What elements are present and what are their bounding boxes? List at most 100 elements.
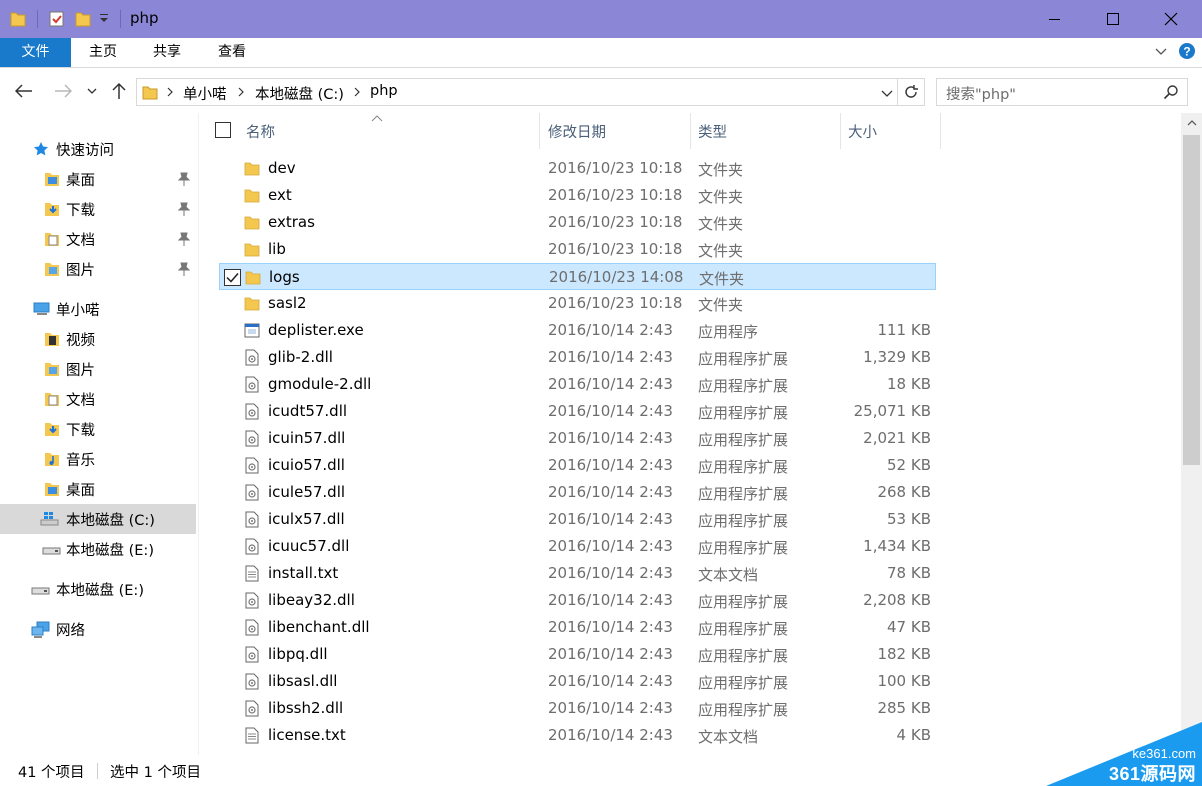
table-row[interactable]: sasl2 2016/10/23 10:18 文件夹 bbox=[219, 290, 936, 317]
sidebar-item-drive-e[interactable]: 本地磁盘 (E:) bbox=[0, 534, 196, 564]
expand-ribbon-icon[interactable] bbox=[1154, 44, 1168, 62]
table-row[interactable]: gmodule-2.dll 2016/10/14 2:43 应用程序扩展 18 KB bbox=[219, 371, 936, 398]
table-row[interactable]: icudt57.dll 2016/10/14 2:43 应用程序扩展 25,071 K… bbox=[219, 398, 936, 425]
refresh-button[interactable] bbox=[898, 78, 925, 106]
dll-file-icon bbox=[244, 376, 260, 393]
table-row[interactable]: libenchant.dll 2016/10/14 2:43 应用程序扩展 47 KB bbox=[219, 614, 936, 641]
table-row[interactable]: libeay32.dll 2016/10/14 2:43 应用程序扩展 2,208 K… bbox=[219, 587, 936, 614]
breadcrumb-php[interactable]: php bbox=[370, 83, 398, 99]
search-input[interactable]: 搜索"php" bbox=[946, 83, 1016, 104]
tab-share[interactable]: 共享 bbox=[140, 38, 194, 67]
sidebar-item-label: 视频 bbox=[66, 333, 95, 349]
table-row[interactable]: icuuc57.dll 2016/10/14 2:43 应用程序扩展 1,434 KB bbox=[219, 533, 936, 560]
file-name: sasl2 bbox=[268, 294, 307, 312]
up-button[interactable] bbox=[107, 79, 131, 103]
sidebar-item-quick-access[interactable]: 快速访问 bbox=[0, 134, 196, 164]
chevron-right-icon[interactable] bbox=[353, 85, 361, 103]
file-type: 应用程序扩展 bbox=[698, 350, 789, 368]
file-date: 2016/10/14 2:43 bbox=[548, 672, 673, 690]
file-size: 100 KB bbox=[877, 672, 931, 690]
table-row[interactable]: libsasl.dll 2016/10/14 2:43 应用程序扩展 100 KB bbox=[219, 668, 936, 695]
select-all-checkbox[interactable] bbox=[215, 122, 231, 138]
dll-file-icon bbox=[244, 700, 260, 717]
column-header-size[interactable]: 大小 bbox=[841, 113, 940, 149]
recent-locations-button[interactable] bbox=[82, 79, 102, 103]
title-separator bbox=[37, 10, 38, 28]
table-row[interactable]: icule57.dll 2016/10/14 2:43 应用程序扩展 268 KB bbox=[219, 479, 936, 506]
column-header-date[interactable]: 修改日期 bbox=[540, 113, 690, 149]
search-box[interactable]: 搜索"php" bbox=[936, 78, 1188, 106]
sidebar-item-music[interactable]: 音乐 bbox=[0, 444, 196, 474]
column-header-name[interactable]: 名称 bbox=[239, 113, 539, 149]
file-name: libpq.dll bbox=[268, 645, 328, 663]
star-icon bbox=[33, 141, 49, 157]
table-row[interactable]: deplister.exe 2016/10/14 2:43 应用程序 111 KB bbox=[219, 317, 936, 344]
folder-file-icon bbox=[245, 269, 261, 286]
table-row[interactable]: libpq.dll 2016/10/14 2:43 应用程序扩展 182 KB bbox=[219, 641, 936, 668]
column-header-type[interactable]: 类型 bbox=[691, 113, 841, 149]
sidebar-item-pictures[interactable]: 图片 bbox=[0, 254, 196, 284]
sidebar-item-documents[interactable]: 文档 bbox=[0, 224, 196, 254]
sidebar-item-drive-e-root[interactable]: 本地磁盘 (E:) bbox=[0, 574, 196, 604]
minimize-button[interactable] bbox=[1026, 0, 1084, 38]
pin-icon[interactable] bbox=[177, 202, 191, 220]
back-button[interactable] bbox=[12, 79, 36, 103]
sidebar-item-pictures-pc[interactable]: 图片 bbox=[0, 354, 196, 384]
scroll-thumb[interactable] bbox=[1183, 135, 1200, 465]
chevron-right-icon[interactable] bbox=[166, 85, 174, 103]
tab-file[interactable]: 文件 bbox=[0, 38, 71, 67]
pin-icon[interactable] bbox=[177, 172, 191, 190]
sidebar-item-drive-c[interactable]: 本地磁盘 (C:) bbox=[0, 504, 196, 534]
sidebar-item-documents-pc[interactable]: 文档 bbox=[0, 384, 196, 414]
sidebar-item-downloads-pc[interactable]: 下载 bbox=[0, 414, 196, 444]
pin-icon[interactable] bbox=[177, 232, 191, 250]
column-header-label: 大小 bbox=[848, 125, 877, 141]
help-icon[interactable]: ? bbox=[1178, 42, 1196, 64]
scroll-up-button[interactable] bbox=[1181, 113, 1202, 133]
address-bar[interactable]: 单小喏 本地磁盘 (C:) php bbox=[136, 78, 898, 106]
table-row[interactable]: license.txt 2016/10/14 2:43 文本文档 4 KB bbox=[219, 722, 936, 749]
table-row[interactable]: logs 2016/10/23 14:08 文件夹 bbox=[219, 263, 936, 290]
desktop-folder-icon bbox=[44, 171, 60, 187]
table-row[interactable]: extras 2016/10/23 10:18 文件夹 bbox=[219, 209, 936, 236]
file-size: 2,208 KB bbox=[863, 591, 931, 609]
vertical-scrollbar[interactable] bbox=[1181, 113, 1202, 755]
chevron-right-icon[interactable] bbox=[237, 85, 245, 103]
table-row[interactable]: icuin57.dll 2016/10/14 2:43 应用程序扩展 2,021 KB bbox=[219, 425, 936, 452]
tab-home[interactable]: 主页 bbox=[76, 38, 130, 67]
table-row[interactable]: ext 2016/10/23 10:18 文件夹 bbox=[219, 182, 936, 209]
customize-toolbar-icon[interactable] bbox=[99, 12, 109, 28]
address-history-icon[interactable] bbox=[881, 87, 893, 103]
maximize-button[interactable] bbox=[1084, 0, 1142, 38]
sidebar-item-desktop-pc[interactable]: 桌面 bbox=[0, 474, 196, 504]
table-row[interactable]: install.txt 2016/10/14 2:43 文本文档 78 KB bbox=[219, 560, 936, 587]
file-type: 应用程序扩展 bbox=[698, 458, 789, 476]
file-type: 应用程序扩展 bbox=[698, 377, 789, 395]
sidebar-item-downloads[interactable]: 下载 bbox=[0, 194, 196, 224]
file-size: 52 KB bbox=[887, 456, 931, 474]
table-row[interactable]: libssh2.dll 2016/10/14 2:43 应用程序扩展 285 KB bbox=[219, 695, 936, 722]
close-button[interactable] bbox=[1142, 0, 1200, 38]
table-row[interactable]: icuio57.dll 2016/10/14 2:43 应用程序扩展 52 KB bbox=[219, 452, 936, 479]
breadcrumb-pc[interactable]: 单小喏 bbox=[183, 83, 227, 104]
table-row[interactable]: iculx57.dll 2016/10/14 2:43 应用程序扩展 53 KB bbox=[219, 506, 936, 533]
column-divider[interactable] bbox=[940, 113, 941, 149]
sidebar-item-label: 文档 bbox=[66, 393, 95, 409]
sidebar-item-videos[interactable]: 视频 bbox=[0, 324, 196, 354]
sidebar-item-label: 快速访问 bbox=[56, 143, 114, 159]
file-date: 2016/10/23 14:08 bbox=[549, 268, 684, 286]
sidebar-item-desktop[interactable]: 桌面 bbox=[0, 164, 196, 194]
new-folder-icon[interactable] bbox=[75, 10, 91, 32]
table-row[interactable]: dev 2016/10/23 10:18 文件夹 bbox=[219, 155, 936, 182]
sidebar-item-network[interactable]: 网络 bbox=[0, 614, 196, 644]
properties-icon[interactable] bbox=[48, 10, 66, 32]
forward-button[interactable] bbox=[51, 79, 75, 103]
sidebar-item-this-pc[interactable]: 单小喏 bbox=[0, 294, 196, 324]
pin-icon[interactable] bbox=[177, 262, 191, 280]
row-checkbox[interactable] bbox=[224, 269, 241, 286]
table-row[interactable]: lib 2016/10/23 10:18 文件夹 bbox=[219, 236, 936, 263]
breadcrumb-drive-c[interactable]: 本地磁盘 (C:) bbox=[255, 83, 344, 104]
tab-view[interactable]: 查看 bbox=[205, 38, 259, 67]
table-row[interactable]: glib-2.dll 2016/10/14 2:43 应用程序扩展 1,329 KB bbox=[219, 344, 936, 371]
sidebar-item-label: 单小喏 bbox=[56, 303, 100, 319]
